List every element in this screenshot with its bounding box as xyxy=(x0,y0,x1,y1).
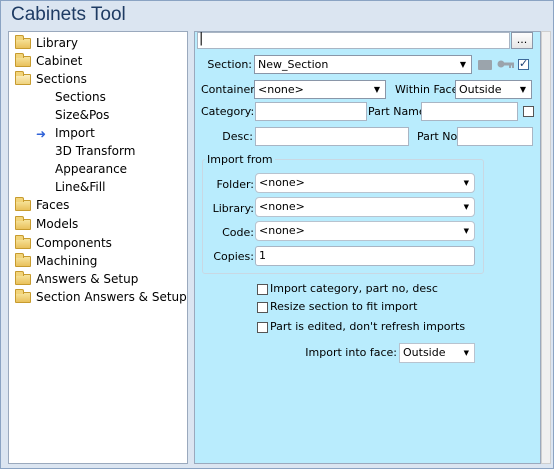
folder-icon xyxy=(15,253,31,267)
code-label: Code: xyxy=(222,226,254,239)
section-select[interactable]: New_Section ▼ xyxy=(254,55,472,74)
category-input[interactable] xyxy=(255,102,367,121)
window-title: Cabinets Tool xyxy=(11,4,126,25)
folder-icon xyxy=(15,289,31,303)
part-edited-checkbox[interactable] xyxy=(257,322,268,333)
library-label: Library: xyxy=(212,202,254,215)
chevron-down-icon: ▼ xyxy=(463,203,469,211)
part-name-input[interactable] xyxy=(421,102,518,121)
part-edited-label[interactable]: Part is edited, don't refresh imports xyxy=(270,320,465,334)
code-select[interactable]: <none> ▼ xyxy=(255,221,475,241)
import-category-checkbox[interactable] xyxy=(257,284,268,295)
key-icon[interactable] xyxy=(497,59,515,69)
folder-icon xyxy=(15,35,31,49)
cabinets-tool-window: Cabinets Tool Library Cabinet Sections S… xyxy=(0,0,554,469)
desc-input[interactable] xyxy=(255,127,409,146)
library-select[interactable]: <none> ▼ xyxy=(255,197,475,217)
container-select[interactable]: <none> ▼ xyxy=(254,80,386,99)
vertical-scrollbar[interactable] xyxy=(541,31,551,464)
folder-label: Folder: xyxy=(216,178,254,191)
within-face-label: Within Face: xyxy=(395,83,463,96)
tree-item-3d-transform[interactable]: 3D Transform xyxy=(55,142,135,160)
import-into-face-select[interactable]: Outside ▼ xyxy=(399,343,475,363)
tree-item-sections-sub[interactable]: Sections xyxy=(55,88,106,106)
chevron-down-icon: ▼ xyxy=(463,227,469,235)
container-label: Container: xyxy=(201,83,259,96)
tree-item-appearance[interactable]: Appearance xyxy=(55,160,127,178)
section-label: Section: xyxy=(207,58,252,71)
chevron-down-icon: ▼ xyxy=(373,85,380,94)
chevron-down-icon: ▼ xyxy=(519,85,526,94)
part-no-input[interactable] xyxy=(457,127,533,146)
tree-item-line-fill[interactable]: Line&Fill xyxy=(55,178,105,196)
text-cursor: | xyxy=(199,31,204,46)
chevron-down-icon: ▼ xyxy=(463,179,469,187)
part-name-checkbox[interactable] xyxy=(523,106,534,117)
category-label: Category: xyxy=(201,105,255,118)
browse-button[interactable]: ... xyxy=(511,32,533,49)
chevron-down-icon: ▼ xyxy=(459,60,466,69)
import-from-label: Import from xyxy=(205,153,275,167)
copies-label: Copies: xyxy=(213,250,254,263)
resize-section-label[interactable]: Resize section to fit import xyxy=(270,300,417,314)
tree-item-size-pos[interactable]: Size&Pos xyxy=(55,106,109,124)
part-no-label: Part No: xyxy=(417,130,461,143)
copies-input[interactable]: 1 xyxy=(255,246,475,266)
chevron-down-icon: ▼ xyxy=(463,349,469,357)
resize-section-checkbox[interactable] xyxy=(257,302,268,313)
path-input[interactable] xyxy=(197,32,510,49)
selected-arrow-icon: ➜ xyxy=(36,127,47,141)
navigation-tree[interactable]: Library Cabinet Sections Sections Size&P… xyxy=(8,31,188,464)
import-into-face-label: Import into face: xyxy=(305,346,397,359)
folder-open-icon xyxy=(15,71,31,85)
folder-select[interactable]: <none> ▼ xyxy=(255,173,475,193)
folder-icon xyxy=(15,271,31,285)
folder-icon xyxy=(15,53,31,67)
section-checkbox[interactable] xyxy=(518,57,529,70)
within-face-select[interactable]: Outside ▼ xyxy=(455,80,532,99)
folder-icon xyxy=(15,216,31,230)
folder-gray-icon[interactable] xyxy=(478,60,492,70)
desc-label: Desc: xyxy=(222,130,253,143)
folder-icon xyxy=(15,197,31,211)
folder-icon xyxy=(15,235,31,249)
import-category-label[interactable]: Import category, part no, desc xyxy=(270,282,438,296)
